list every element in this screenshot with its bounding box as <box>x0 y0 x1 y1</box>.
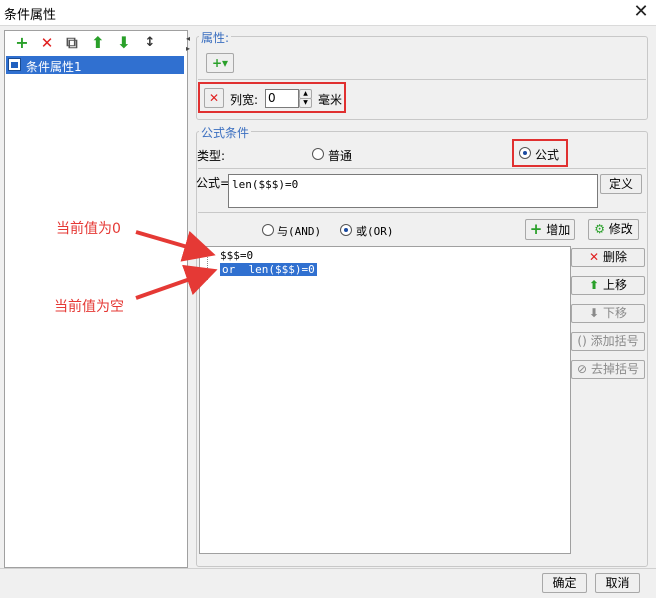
cancel-button[interactable]: 取消 <box>595 573 640 593</box>
arrow-2 <box>135 264 218 300</box>
annotation-arrows <box>135 230 218 300</box>
arrow-1 <box>135 230 216 262</box>
ok-button[interactable]: 确定 <box>542 573 587 593</box>
